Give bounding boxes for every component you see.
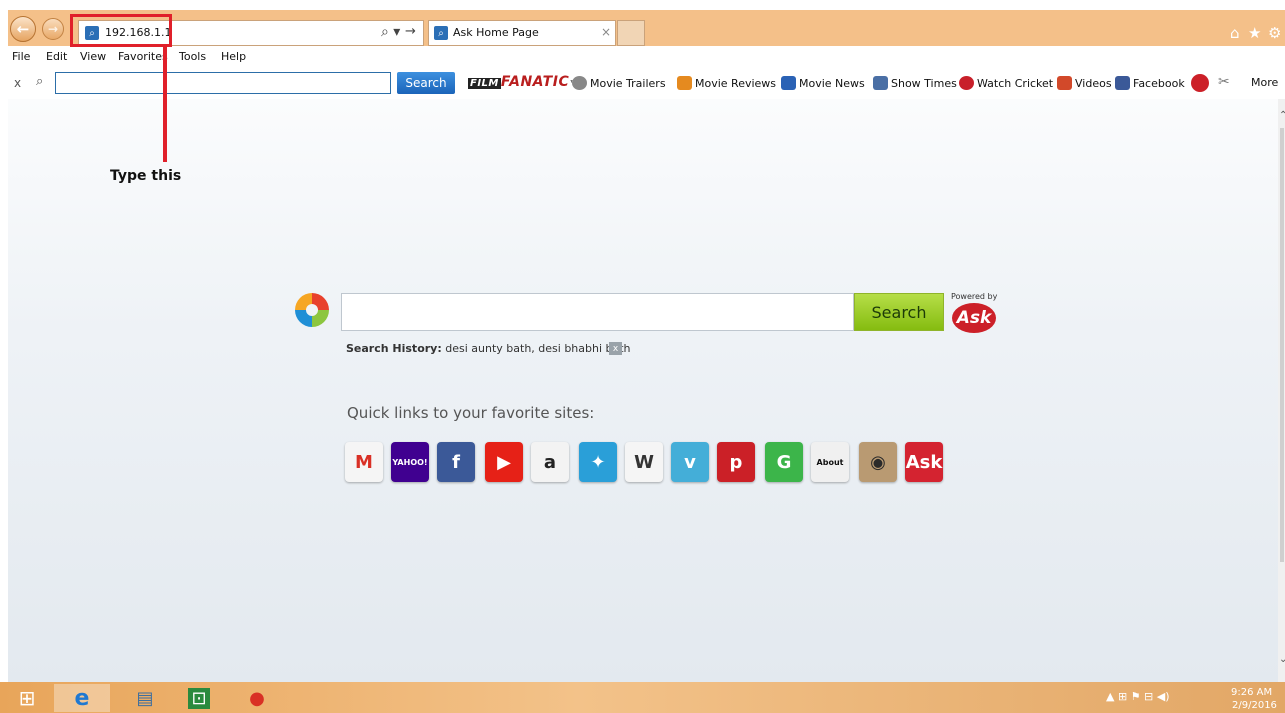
megaphone-icon: [781, 76, 796, 90]
toolbar-search-input[interactable]: [55, 72, 391, 94]
taskbar-ie[interactable]: e: [54, 684, 110, 712]
toolbar-link-show-times[interactable]: Show Times: [873, 76, 957, 90]
youtube-icon: [1057, 76, 1072, 90]
quick-link-pinterest-icon[interactable]: p: [717, 442, 755, 482]
search-history-label: Search History:: [346, 342, 442, 355]
main-search-button[interactable]: Search: [854, 293, 944, 331]
quick-link-amazon-icon[interactable]: a: [531, 442, 569, 482]
home-icon[interactable]: ⌂: [1230, 24, 1240, 42]
browser-chrome: ← → ⌕ 192.168.1.1 ⌕ ▾ → ⌕ Ask Home Page …: [8, 10, 1285, 46]
toolbar-link-movie-news[interactable]: Movie News: [781, 76, 865, 90]
address-search-icon[interactable]: ⌕ ▾: [381, 24, 400, 40]
taskbar: ⊞ e ▤ ⊡ ●: [0, 682, 1285, 713]
search-history: Search History: desi aunty bath, desi bh…: [346, 342, 631, 355]
quick-link-gmail-icon[interactable]: M: [345, 442, 383, 482]
scroll-down-icon[interactable]: ⌄: [1279, 654, 1285, 665]
main-search-input[interactable]: [341, 293, 854, 331]
link-label: Movie Trailers: [590, 76, 666, 90]
ask-logo[interactable]: Ask: [952, 303, 996, 333]
menu-help[interactable]: Help: [221, 50, 246, 63]
clear-history-icon[interactable]: x: [609, 342, 622, 355]
store-icon: ⊡: [188, 687, 210, 709]
back-arrow-icon: ←: [16, 20, 30, 38]
forward-button[interactable]: →: [42, 18, 64, 40]
system-tray-icons[interactable]: ▲ ⊞ ⚑ ⊟ ◀): [1106, 690, 1170, 703]
quick-link-ask-icon[interactable]: Ask: [905, 442, 943, 482]
link-label: Movie News: [799, 76, 865, 90]
search-history-value[interactable]: desi aunty bath, desi bhabhi bath: [445, 342, 630, 355]
film-logo-part: FILM: [468, 78, 501, 89]
tab-favicon-icon: ⌕: [434, 26, 448, 40]
quick-link-twitter-icon[interactable]: ✦: [579, 442, 617, 482]
powered-by-label: Powered by: [951, 292, 998, 301]
link-label: Watch Cricket: [977, 76, 1054, 90]
link-label: Videos: [1075, 76, 1112, 90]
film-reel-icon: [572, 76, 587, 90]
menu-file[interactable]: File: [12, 50, 30, 63]
favorites-star-icon[interactable]: ★: [1248, 24, 1261, 42]
menu-view[interactable]: View: [80, 50, 106, 63]
cricket-ball-icon: [959, 76, 974, 90]
filmfanatic-logo[interactable]: FILMFANATIC™: [468, 74, 578, 90]
tab-ask-home[interactable]: ⌕ Ask Home Page ×: [428, 20, 616, 46]
search-toolbar: x ⌕ Search FILMFANATIC™ Movie Trailers M…: [8, 67, 1285, 99]
toolbar-link-movie-trailers[interactable]: Movie Trailers: [572, 76, 666, 90]
scrollbar-thumb[interactable]: [1280, 128, 1284, 562]
page-content: [8, 99, 1278, 682]
toolbar-link-videos[interactable]: Videos: [1057, 76, 1112, 90]
quick-link-about-icon[interactable]: About: [811, 442, 849, 482]
taskbar-store[interactable]: ⊡: [182, 684, 216, 712]
quick-link-yahoo-icon[interactable]: YAHOO!: [391, 442, 429, 482]
link-label: Movie Reviews: [695, 76, 777, 90]
quick-link-wikipedia-icon[interactable]: W: [625, 442, 663, 482]
chrome-icon: ●: [249, 687, 265, 709]
address-highlight-box: [70, 14, 172, 47]
folder-icon: ▤: [136, 687, 154, 709]
link-label: Show Times: [891, 76, 957, 90]
toolbar-link-facebook[interactable]: Facebook: [1115, 76, 1185, 90]
thumbs-up-icon: [677, 76, 692, 90]
menu-favorites[interactable]: Favorites: [118, 50, 168, 63]
annotation-pointer-line: [163, 46, 167, 162]
quick-links-title: Quick links to your favorite sites:: [347, 404, 595, 422]
scroll-up-icon[interactable]: ⌃: [1279, 110, 1285, 121]
menu-bar: File Edit View Favorites Tools Help: [8, 47, 1285, 67]
close-toolbar-icon[interactable]: x: [14, 76, 21, 90]
menu-edit[interactable]: Edit: [46, 50, 67, 63]
quick-link-facebook-icon[interactable]: f: [437, 442, 475, 482]
calendar-icon: [873, 76, 888, 90]
facebook-icon: [1115, 76, 1130, 90]
clock-time[interactable]: 9:26 AM: [1231, 687, 1272, 698]
settings-gear-icon[interactable]: ⚙: [1268, 24, 1281, 42]
toolbar-search-button[interactable]: Search: [397, 72, 455, 94]
tools-scissors-icon[interactable]: ✂: [1218, 74, 1230, 90]
fanatic-logo-part: FANATIC: [500, 74, 570, 90]
taskbar-chrome[interactable]: ●: [240, 684, 274, 712]
toolbar-search-icon: ⌕: [36, 74, 44, 89]
internet-explorer-icon: e: [74, 685, 90, 711]
tab-title: Ask Home Page: [453, 26, 539, 39]
taskbar-file-explorer[interactable]: ▤: [128, 684, 162, 712]
toolbar-link-movie-reviews[interactable]: Movie Reviews: [677, 76, 776, 90]
quick-link-grammarly-icon[interactable]: G: [765, 442, 803, 482]
quick-link-youtube-icon[interactable]: ▶: [485, 442, 523, 482]
quick-link-instagram-icon[interactable]: ◉: [859, 442, 897, 482]
search-app-logo-icon: [295, 293, 329, 327]
toolbar-more-button[interactable]: More: [1251, 76, 1278, 89]
windows-logo-icon: ⊞: [18, 686, 36, 710]
back-button[interactable]: ←: [10, 16, 36, 42]
go-arrow-icon[interactable]: →: [405, 24, 416, 39]
start-button[interactable]: ⊞: [10, 684, 44, 712]
link-label: Facebook: [1133, 76, 1185, 90]
quick-link-vimeo-icon[interactable]: v: [671, 442, 709, 482]
close-tab-icon[interactable]: ×: [601, 25, 611, 39]
clock-date[interactable]: 2/9/2016: [1232, 700, 1277, 711]
forward-arrow-icon: →: [47, 22, 59, 36]
toolbar-link-watch-cricket[interactable]: Watch Cricket: [959, 76, 1053, 90]
menu-tools[interactable]: Tools: [179, 50, 206, 63]
annotation-label: Type this: [110, 168, 182, 184]
ask-toolbar-icon[interactable]: [1191, 74, 1209, 92]
new-tab-button[interactable]: [617, 20, 645, 46]
